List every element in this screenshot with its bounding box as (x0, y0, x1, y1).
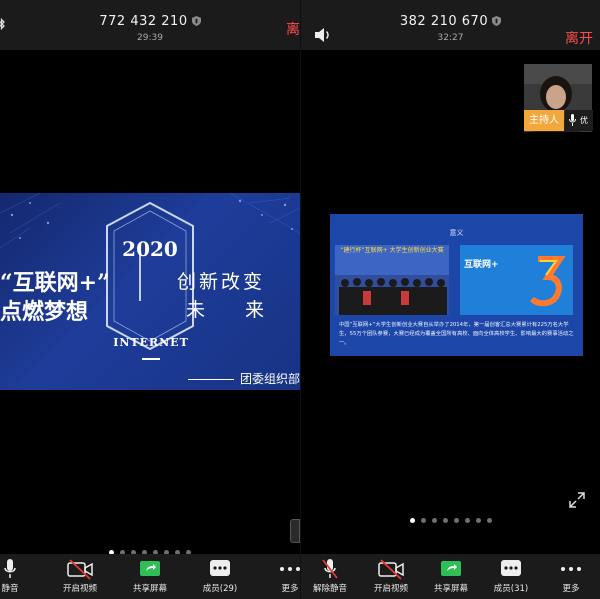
group-photo-image (335, 245, 449, 315)
top-bar: 772 432 210 29:39 离 (0, 0, 300, 50)
microphone-muted-icon (322, 559, 338, 579)
page-dot[interactable] (442, 518, 448, 523)
page-dot[interactable] (486, 518, 492, 523)
slide-title-line2: 点燃梦想 (0, 299, 89, 325)
bottom-toolbar: 静音 开启视频 共享屏幕 成员(29) 更多 (0, 554, 300, 599)
mute-button[interactable]: 静音 (0, 558, 38, 594)
meeting-timer: 32:27 (437, 33, 464, 43)
slide-slogan-line1: 创新改变 (176, 271, 265, 293)
meeting-window-left: 772 432 210 29:39 离 “互联网+” 点燃梦想 2020 创新改… (0, 0, 300, 599)
slide-group-photo: “建行杯”互联网+ 大学生创新创业大赛 (335, 245, 449, 315)
more-icon (561, 567, 581, 571)
shared-slide: “互联网+” 点燃梦想 2020 创新改变 未来 INTERNET 团委组织部 (0, 193, 300, 390)
page-indicator[interactable] (301, 508, 600, 527)
slide-title: 意义 (449, 229, 464, 237)
page-dot[interactable] (475, 518, 481, 523)
meeting-id[interactable]: 772 432 210 (0, 14, 300, 29)
participants-icon (210, 560, 230, 576)
host-audio-status: 优 (565, 110, 593, 131)
slide-year: 2020 (122, 237, 178, 261)
contest-logo-image (460, 245, 573, 315)
more-button[interactable]: 更多 (543, 558, 599, 594)
share-screen-button[interactable]: 共享屏幕 (423, 558, 479, 594)
share-screen-button[interactable]: 共享屏幕 (122, 558, 178, 594)
fullscreen-icon[interactable] (568, 491, 586, 509)
page-dot[interactable] (409, 518, 415, 523)
slide-signature: 团委组织部 (188, 370, 300, 387)
bottom-toolbar: 解除静音 开启视频 共享屏幕 成员(31) 更多 (301, 554, 600, 599)
photo-banner-text: “建行杯”互联网+ 大学生创新创业大赛 (340, 247, 444, 254)
leave-button[interactable]: 离开 (565, 28, 593, 48)
brand-text: 互联网+ (464, 260, 499, 270)
leave-button[interactable]: 离 (286, 19, 300, 39)
more-button[interactable]: 更多 (262, 558, 300, 594)
participants-button[interactable]: 成员(31) (483, 558, 539, 594)
slide-internet-label: INTERNET (113, 336, 189, 349)
participants-button[interactable]: 成员(29) (192, 558, 248, 594)
slide-body-text: 中国“互联网+”大学生创新创业大赛自从举办了2014年，第一届创客汇总大赛累计有… (339, 322, 574, 346)
share-screen-icon (441, 561, 461, 576)
top-bar: 382 210 670 32:27 离开 (301, 0, 600, 50)
meeting-id-text: 772 432 210 (99, 14, 188, 29)
slide-brand-image: 互联网+ (460, 245, 573, 315)
page-dot[interactable] (464, 518, 470, 523)
more-icon (280, 567, 300, 571)
microphone-icon (569, 114, 576, 126)
shared-slide: 意义 “建行杯”互联网+ 大学生创新创业大赛 互联网+ 中国“互联网+”大学生创… (330, 214, 583, 356)
meeting-timer: 29:39 (137, 33, 163, 43)
meeting-id[interactable]: 382 210 670 (301, 14, 600, 29)
page-dot[interactable] (420, 518, 426, 523)
slide-title-line1: “互联网+” (0, 270, 110, 296)
unmute-button[interactable]: 解除静音 (302, 558, 358, 594)
microphone-icon (4, 559, 16, 578)
page-dot[interactable] (453, 518, 459, 523)
page-dot[interactable] (431, 518, 437, 523)
start-video-button[interactable]: 开启视频 (363, 558, 419, 594)
start-video-button[interactable]: 开启视频 (52, 558, 108, 594)
video-off-icon (67, 559, 93, 580)
slide-slogan-line2: 未来 (186, 299, 300, 321)
video-off-icon (378, 559, 404, 580)
meeting-window-right: 382 210 670 32:27 离开 主持人 优 意义 “建行杯”互联网+ … (300, 0, 600, 599)
shield-icon (191, 16, 201, 26)
share-screen-icon (140, 561, 160, 576)
shield-icon (492, 16, 502, 26)
participants-icon (501, 560, 521, 576)
host-badge: 主持人 (524, 110, 564, 131)
meeting-id-text: 382 210 670 (399, 14, 489, 29)
